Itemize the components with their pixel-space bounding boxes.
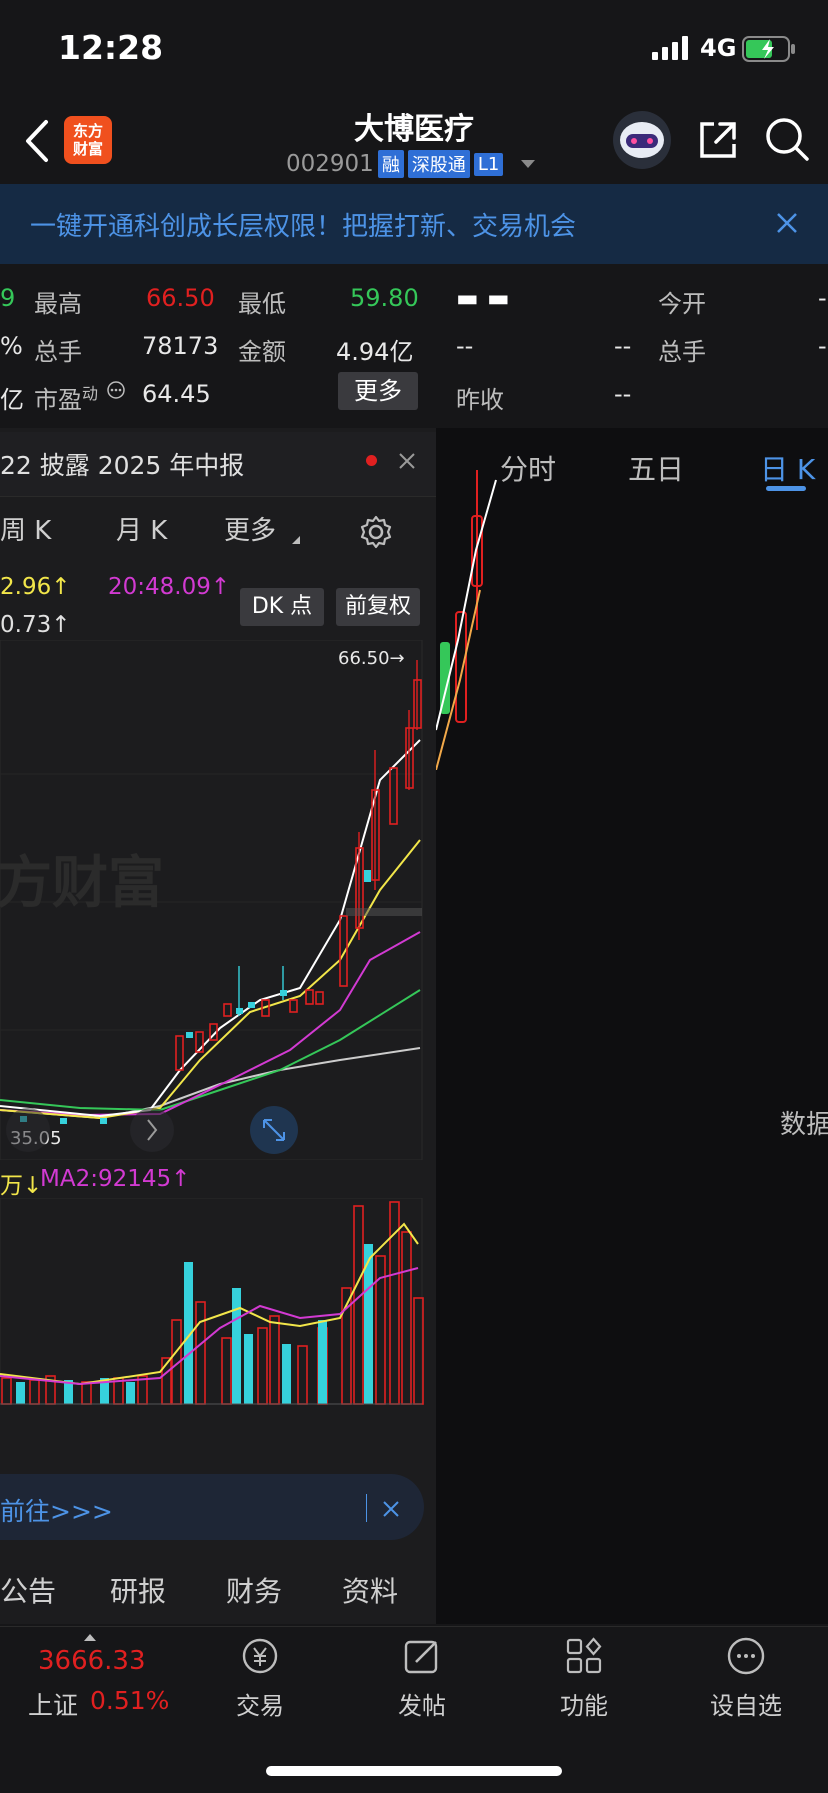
tab-research[interactable]: 研报 (110, 1570, 166, 1610)
scroll-left-button[interactable] (6, 1108, 50, 1152)
nav-trade-label[interactable]: 交易 (236, 1686, 284, 1721)
scroll-right-button[interactable] (130, 1108, 174, 1152)
pe-value: 64.45 (142, 380, 211, 408)
adjust-button[interactable]: 前复权 (336, 588, 420, 626)
open-label: 今开 (658, 290, 706, 318)
index-change[interactable]: 0.51% (90, 1686, 169, 1715)
close-icon[interactable] (382, 1500, 400, 1518)
tab-announcement[interactable]: 公告 (0, 1570, 56, 1610)
low-label: 最低 (238, 290, 286, 318)
overlay-candles (436, 470, 497, 770)
network-label: 4G (700, 34, 737, 62)
active-tab-indicator (766, 486, 806, 491)
more-button[interactable]: 更多 (338, 372, 418, 410)
ad-text[interactable]: 前往>>> (0, 1492, 113, 1528)
robot-assistant-icon[interactable] (612, 110, 672, 170)
volume-value: 78173 (142, 332, 219, 360)
amount-value: 4.94亿 (336, 338, 414, 366)
tab-finance[interactable]: 财务 (226, 1570, 282, 1610)
data-label: 数据 (780, 1110, 828, 1140)
high-label: 最高 (34, 290, 82, 318)
dash-2: -- (456, 332, 474, 360)
right-volume-label: 总手 (658, 338, 706, 366)
chart-max-label: 66.50→ (338, 648, 405, 669)
quote-cut-2: % (0, 332, 23, 360)
prev-close-label: 昨收 (456, 386, 504, 414)
nav-post-label[interactable]: 发帖 (398, 1686, 446, 1721)
candlestick-chart[interactable]: 方财富 66.50→ 35.05 (0, 640, 426, 1160)
ad-divider (366, 1494, 367, 1522)
low-value: 59.80 (350, 284, 419, 312)
quote-cut-1: 9 (0, 284, 16, 312)
notice-text[interactable]: 22 披露 2025 年中报 (0, 446, 244, 482)
pe-label-text: 市盈 (34, 386, 82, 414)
pe-sup: 动 (82, 384, 99, 403)
stock-code: 002901 (286, 151, 374, 177)
volume-left-label: 万↓ (0, 1173, 43, 1199)
tab-daily-k[interactable]: 日 K (760, 448, 815, 488)
search-icon[interactable] (764, 116, 810, 162)
tab-more[interactable]: 更多 (224, 510, 276, 547)
x-axis-date-2: 20250812 (304, 1415, 406, 1416)
pe-label: 市盈动 (34, 380, 98, 415)
ma-right-1: 20:48.09↑ (108, 574, 231, 600)
more-corner-icon (292, 536, 300, 544)
open-trail: - (818, 284, 827, 312)
dk-label: DK 点 (251, 594, 313, 619)
chart-watermark: 方财富 (0, 851, 164, 916)
amount-label: 金额 (238, 338, 286, 366)
x-axis-date-1: 20250710 (86, 1415, 188, 1416)
home-indicator[interactable] (266, 1766, 562, 1776)
dash-1: ▬ ▬ (456, 284, 510, 312)
close-icon[interactable] (398, 452, 416, 470)
ma-left-2: 0.73↑ (0, 612, 71, 638)
banner-text[interactable]: 一键开通科创成长层权限！把握打新、交易机会 (30, 206, 576, 243)
unread-dot (366, 455, 377, 466)
index-expand-icon[interactable] (84, 1634, 96, 1641)
ma-left-1: 2.96↑ (0, 574, 71, 600)
post-icon[interactable] (400, 1634, 444, 1678)
volume-trail: - (818, 332, 827, 360)
close-icon[interactable] (776, 212, 798, 234)
stock-code-row[interactable]: 002901 融 深股通 L1 (286, 150, 536, 178)
index-name[interactable]: 上证 (28, 1686, 78, 1722)
index-value[interactable]: 3666.33 (38, 1646, 146, 1676)
battery-icon (742, 36, 795, 62)
status-time: 12:28 (58, 28, 164, 67)
nav-watch-label[interactable]: 设自选 (710, 1686, 782, 1721)
tag-margin: 融 (377, 150, 404, 178)
gear-icon[interactable] (358, 514, 394, 550)
tab-five-day[interactable]: 五日 (628, 448, 684, 488)
tag-level: L1 (473, 152, 504, 176)
dk-point-button[interactable]: DK 点 (240, 588, 324, 626)
dash-4: -- (614, 380, 632, 408)
add-watchlist-icon[interactable] (724, 1634, 768, 1678)
nav-function-label[interactable]: 功能 (560, 1686, 608, 1721)
tab-week-k[interactable]: 周 K (0, 510, 51, 547)
tab-intraday[interactable]: 分时 (500, 448, 556, 488)
trade-icon[interactable] (238, 1634, 282, 1678)
info-icon[interactable] (106, 380, 126, 400)
quote-cut-3: 亿 (0, 386, 24, 414)
dash-3: -- (614, 332, 632, 360)
volume-chart[interactable]: 20250710 20250812 (0, 1198, 426, 1416)
signal-icon (652, 36, 688, 60)
volume-label: 总手 (34, 338, 82, 366)
share-icon[interactable] (696, 118, 740, 162)
tag-connect: 深股通 (407, 150, 470, 178)
chevron-down-icon (521, 160, 536, 168)
tab-month-k[interactable]: 月 K (116, 510, 167, 547)
high-value: 66.50 (146, 284, 215, 312)
volume-ma2-label: MA2:92145↑ (40, 1166, 191, 1192)
function-icon[interactable] (562, 1634, 606, 1678)
tab-profile[interactable]: 资料 (342, 1570, 398, 1610)
